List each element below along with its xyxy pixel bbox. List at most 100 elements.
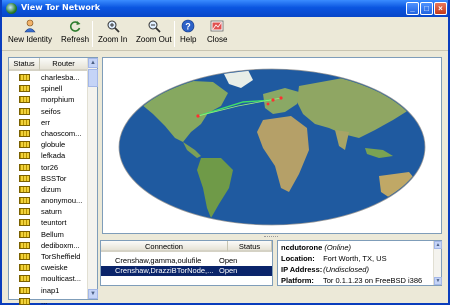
scroll-up-arrow-icon[interactable]: ▲: [88, 58, 98, 68]
router-status-icon: [19, 141, 30, 149]
title-bar[interactable]: View Tor Network _ □ ×: [2, 0, 448, 17]
connection-row[interactable]: Crenshaw,gamma,oulufile Open: [101, 256, 272, 266]
router-status-icon: [19, 85, 30, 93]
ip-row: IP Address: (Undisclosed): [281, 265, 369, 274]
router-name: globule: [41, 140, 66, 150]
router-status-icon: [19, 275, 30, 283]
router-row[interactable]: Bellum: [9, 229, 88, 240]
close-window-button[interactable]: ×: [434, 2, 447, 15]
refresh-button[interactable]: Refresh: [61, 19, 89, 44]
status-column-header[interactable]: Status: [9, 58, 40, 71]
router-info-panel[interactable]: ncdutorone (Online) Location: Fort Worth…: [277, 240, 442, 286]
router-name: lefkada: [41, 151, 66, 161]
ip-value: (Undisclosed): [323, 265, 369, 274]
router-status-icon: [19, 208, 30, 216]
router-list-header: Status Router: [9, 58, 88, 71]
router-status-icon: [19, 107, 30, 115]
router-row[interactable]: anonymou...: [9, 195, 88, 206]
new-identity-label: New Identity: [8, 35, 53, 44]
location-row: Location: Fort Worth, TX, US: [281, 254, 387, 263]
close-image-icon: [210, 20, 224, 32]
router-info-state: (Online): [324, 243, 352, 252]
status-column-header[interactable]: Status: [228, 241, 272, 252]
router-status-icon: [19, 129, 30, 137]
router-status-icon: [19, 185, 30, 193]
router-status-icon: [19, 253, 30, 260]
connection-column-header[interactable]: Connection: [101, 241, 228, 252]
router-row[interactable]: saturn: [9, 206, 88, 217]
router-row[interactable]: TorSheffield: [9, 251, 88, 262]
world-map-panel[interactable]: [102, 57, 442, 234]
router-name: TorSheffield: [41, 252, 81, 261]
router-row[interactable]: cweiske: [9, 262, 88, 273]
router-marker[interactable]: [279, 96, 283, 100]
router-row[interactable]: BSSTor: [9, 173, 88, 184]
window-title: View Tor Network: [21, 3, 101, 12]
router-status-icon: [19, 174, 30, 182]
router-row[interactable]: lefkada: [9, 150, 88, 161]
connection-status: Open: [219, 256, 238, 265]
router-info-scrollbar[interactable]: ▲ ▼: [433, 241, 442, 285]
scroll-thumb[interactable]: [88, 69, 98, 87]
router-row[interactable]: chaoscom...: [9, 128, 88, 139]
connection-row[interactable]: Crenshaw,DrazziBTorNode,... Open: [101, 266, 272, 276]
location-label: Location:: [281, 254, 315, 263]
tor-network-window: View Tor Network _ □ × New Identity Refr…: [0, 0, 450, 306]
router-row[interactable]: seifos: [9, 106, 88, 117]
router-row[interactable]: ...: [9, 296, 88, 307]
refresh-label: Refresh: [61, 35, 90, 44]
zoom-in-button[interactable]: Zoom In: [98, 19, 127, 44]
scroll-up-arrow-icon[interactable]: ▲: [434, 241, 442, 249]
router-column-header[interactable]: Router: [40, 58, 88, 71]
zoom-out-icon: [148, 20, 161, 33]
router-row[interactable]: dizum: [9, 184, 88, 195]
router-status-icon: [19, 197, 30, 205]
toolbar-separator: [92, 21, 93, 47]
router-row[interactable]: teuntort: [9, 217, 88, 228]
router-status-icon: [19, 152, 30, 160]
router-status-icon: [19, 118, 30, 126]
router-status-icon: [19, 264, 30, 272]
router-row[interactable]: charlesba...: [9, 72, 88, 83]
router-name: inap1: [41, 285, 60, 295]
router-row[interactable]: tor26: [9, 162, 88, 173]
router-name: chaoscom...: [41, 128, 82, 138]
router-row[interactable]: globule: [9, 139, 88, 150]
router-name: dediboxm...: [41, 240, 80, 250]
toolbar: New Identity Refresh Zoom In Zoom Out ? …: [2, 17, 448, 51]
platform-value: Tor 0.1.1.23 on FreeBSD i386: [322, 276, 423, 285]
router-list[interactable]: Status Router charlesba... spinell morphiu…: [8, 57, 98, 306]
router-row[interactable]: morphium: [9, 94, 88, 105]
router-row[interactable]: err: [9, 117, 88, 128]
router-name: ...: [41, 296, 48, 306]
help-button[interactable]: ? Help: [180, 19, 196, 44]
zoom-out-button[interactable]: Zoom Out: [136, 19, 172, 44]
close-label: Close: [207, 35, 228, 44]
router-list-scrollbar[interactable]: ▲ ▼: [87, 58, 98, 299]
router-name: teuntort: [41, 218, 67, 228]
router-marker[interactable]: [266, 102, 270, 106]
zoom-in-label: Zoom In: [98, 35, 128, 44]
router-marker[interactable]: [271, 98, 275, 102]
world-map[interactable]: [103, 58, 441, 233]
connection-list[interactable]: Connection Status Crenshaw,gamma,oulufil…: [100, 240, 273, 286]
router-name: morphium: [41, 95, 75, 105]
router-row[interactable]: moulticast...: [9, 273, 88, 284]
new-identity-button[interactable]: New Identity: [8, 19, 52, 44]
scroll-down-arrow-icon[interactable]: ▼: [434, 277, 442, 285]
close-button[interactable]: Close: [207, 19, 227, 44]
minimize-button[interactable]: _: [406, 2, 419, 15]
router-name: tor26: [41, 162, 59, 172]
router-row[interactable]: dediboxm...: [9, 240, 88, 251]
router-row[interactable]: inap1: [9, 285, 88, 296]
router-row[interactable]: spinell: [9, 83, 88, 94]
router-status-icon: [19, 241, 30, 249]
router-status-icon: [19, 230, 30, 238]
router-status-icon: [19, 219, 30, 227]
scroll-down-arrow-icon[interactable]: ▼: [88, 289, 98, 299]
splitter-grip[interactable]: [264, 236, 278, 238]
svg-text:?: ?: [185, 22, 191, 32]
maximize-button[interactable]: □: [420, 2, 433, 15]
router-marker[interactable]: [196, 114, 200, 118]
zoom-in-icon: [107, 20, 120, 33]
